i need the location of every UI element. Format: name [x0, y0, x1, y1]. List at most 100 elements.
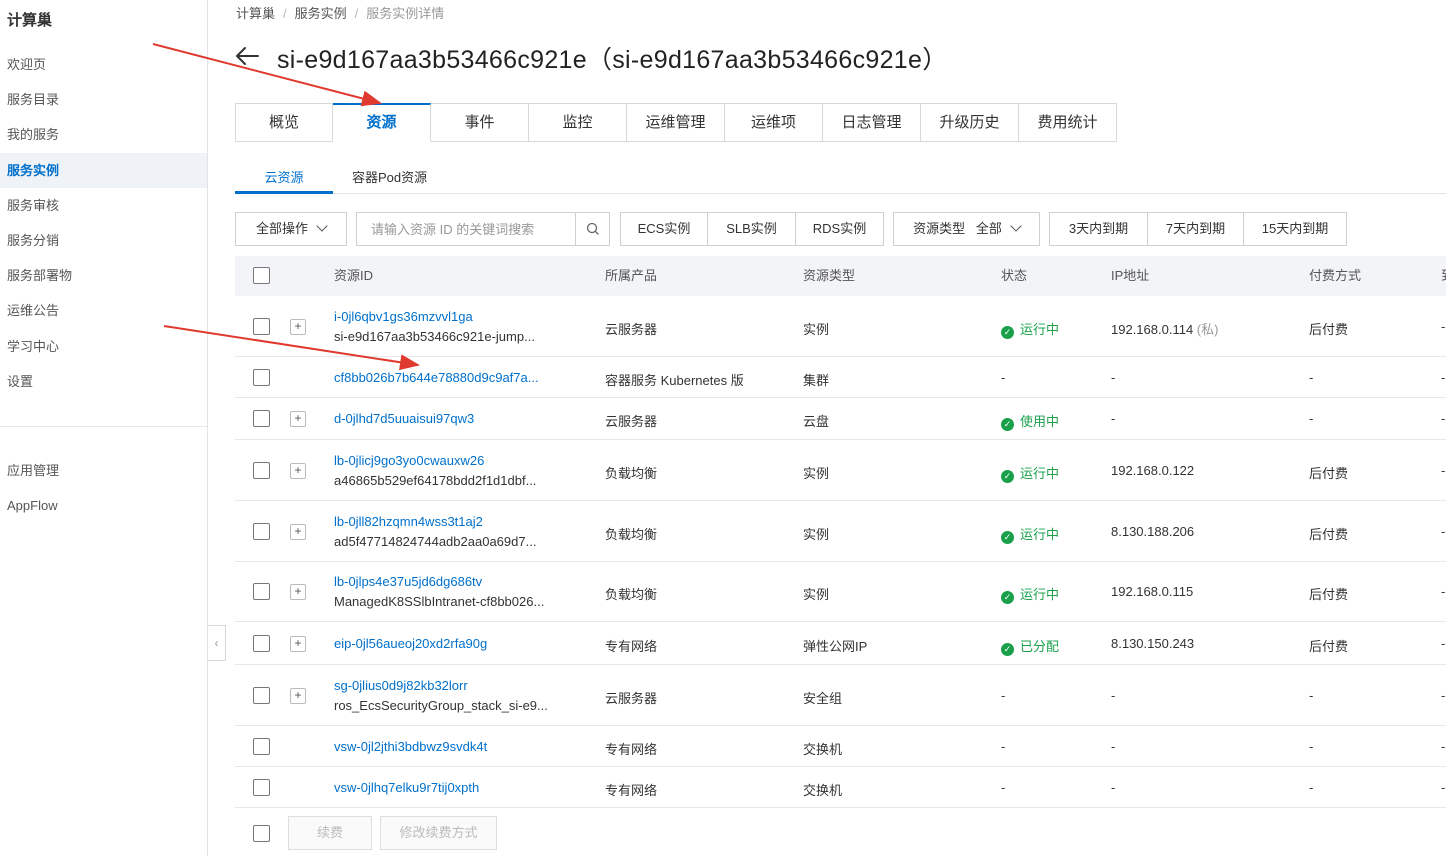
sidebar-item-appflow[interactable]: AppFlow — [0, 488, 207, 523]
subtab-container-pod-resources[interactable]: 容器Pod资源 — [352, 166, 427, 194]
expiry-filter-group: 3天内到期 7天内到期 15天内到期 — [1049, 212, 1347, 246]
expand-row-button[interactable]: + — [290, 524, 306, 540]
sidebar-item-service-review[interactable]: 服务审核 — [0, 188, 207, 223]
column-header-product: 所属产品 — [605, 268, 658, 283]
search-input[interactable] — [357, 213, 576, 245]
breadcrumb-item-compute-nest[interactable]: 计算巢 — [236, 6, 275, 21]
expand-row-button[interactable]: + — [290, 636, 306, 652]
subtab-cloud-resources[interactable]: 云资源 — [235, 166, 333, 194]
search-button[interactable] — [575, 213, 609, 245]
tab-ops-management[interactable]: 运维管理 — [627, 103, 725, 142]
row-checkbox[interactable] — [253, 369, 270, 386]
expand-row-button[interactable]: + — [290, 319, 306, 335]
sidebar-item-settings[interactable]: 设置 — [0, 364, 207, 399]
filter-expire-3-days[interactable]: 3天内到期 — [1050, 213, 1148, 245]
row-checkbox[interactable] — [253, 462, 270, 479]
ip-address: 192.168.0.115 — [1111, 584, 1194, 599]
breadcrumb-item-service-instances[interactable]: 服务实例 — [295, 6, 347, 21]
column-header-billing-method: 付费方式 — [1309, 268, 1362, 283]
check-circle-icon: ✓ — [1001, 643, 1014, 656]
resource-id-link[interactable]: lb-0jll82hzqmn4wss3t1aj2 — [334, 514, 483, 529]
resource-id-link[interactable]: vsw-0jl2jthi3bdbwz9svdk4t — [334, 739, 487, 754]
renew-button[interactable]: 续费 — [288, 816, 372, 850]
billing-cell: 后付费 — [1309, 639, 1349, 654]
expiry-cell: - — [1441, 780, 1446, 795]
ip-address: - — [1111, 370, 1116, 385]
sidebar-item-ops-announcements[interactable]: 运维公告 — [0, 293, 207, 328]
table-row: + lb-0jlps4e37u5jd6dg686tv ManagedK8SSlbIn… — [235, 562, 1446, 622]
resource-id-link[interactable]: sg-0jlius0d9j82kb32lorr — [334, 678, 468, 693]
row-checkbox[interactable] — [253, 738, 270, 755]
resource-id-link[interactable]: lb-0jlicj9go3yo0cwauxw26 — [334, 453, 484, 468]
sidebar-title: 计算巢 — [7, 12, 53, 29]
column-header-ip-address: IP地址 — [1111, 268, 1150, 283]
tab-upgrade-history[interactable]: 升级历史 — [921, 103, 1019, 142]
ip-cell: - — [1111, 688, 1115, 703]
tab-events[interactable]: 事件 — [431, 103, 529, 142]
sidebar-item-service-catalog[interactable]: 服务目录 — [0, 82, 207, 117]
ip-address: - — [1111, 780, 1116, 795]
ip-cell: - — [1111, 739, 1115, 754]
resource-id-link[interactable]: vsw-0jlhq7elku9r7tij0xpth — [334, 780, 479, 795]
expand-row-button[interactable]: + — [290, 463, 306, 479]
expand-row-button[interactable]: + — [290, 584, 306, 600]
table-row: vsw-0jl2jthi3bdbwz9svdk4t 专有网络 交换机 - - - - — [235, 726, 1446, 767]
footer-select-all-checkbox[interactable] — [253, 825, 270, 842]
resource-id-link[interactable]: eip-0jl56aueoj20xd2rfa90g — [334, 636, 487, 651]
select-all-checkbox[interactable] — [253, 267, 270, 284]
resource-id-link[interactable]: lb-0jlps4e37u5jd6dg686tv — [334, 574, 482, 589]
row-checkbox[interactable] — [253, 687, 270, 704]
ip-address: - — [1111, 411, 1116, 426]
row-checkbox[interactable] — [253, 779, 270, 796]
billing-cell: - — [1309, 739, 1314, 754]
product-cell: 专有网络 — [605, 639, 658, 654]
sidebar-item-learning-center[interactable]: 学习中心 — [0, 329, 207, 364]
sidebar-item-service-distribution[interactable]: 服务分销 — [0, 223, 207, 258]
ip-cell: 8.130.188.206 — [1111, 524, 1194, 539]
bulk-action-dropdown[interactable]: 全部操作 — [235, 212, 347, 246]
back-arrow-icon[interactable] — [234, 43, 260, 69]
ip-address: - — [1111, 739, 1116, 754]
filter-ecs-instances[interactable]: ECS实例 — [621, 213, 708, 245]
expiry-cell: - — [1441, 411, 1446, 426]
sidebar-item-app-management[interactable]: 应用管理 — [0, 453, 207, 488]
resource-type-cell: 弹性公网IP — [803, 639, 868, 654]
tab-overview[interactable]: 概览 — [235, 103, 333, 142]
filter-expire-7-days[interactable]: 7天内到期 — [1148, 213, 1244, 245]
expiry-cell: - — [1441, 584, 1446, 599]
row-checkbox[interactable] — [253, 318, 270, 335]
sidebar-item-my-services[interactable]: 我的服务 — [0, 117, 207, 152]
sidebar-item-welcome[interactable]: 欢迎页 — [0, 47, 207, 82]
table-row: + eip-0jl56aueoj20xd2rfa90g 专有网络 弹性公网IP ✓ 已分配… — [235, 622, 1446, 665]
row-checkbox[interactable] — [253, 410, 270, 427]
ip-address: 8.130.188.206 — [1111, 524, 1195, 539]
row-checkbox[interactable] — [253, 635, 270, 652]
tab-monitoring[interactable]: 监控 — [529, 103, 627, 142]
tab-ops-items[interactable]: 运维项 — [725, 103, 823, 142]
expand-row-button[interactable]: + — [290, 688, 306, 704]
filter-slb-instances[interactable]: SLB实例 — [708, 213, 796, 245]
tab-resources[interactable]: 资源 — [333, 103, 431, 142]
status-badge: ✓ 运行中 — [1001, 584, 1059, 604]
filter-expire-15-days[interactable]: 15天内到期 — [1244, 213, 1346, 245]
filter-rds-instances[interactable]: RDS实例 — [796, 213, 883, 245]
sidebar-collapse-button[interactable]: ‹ — [208, 625, 226, 661]
resource-type-select[interactable]: 资源类型 全部 — [893, 212, 1040, 246]
expiry-cell: - — [1441, 319, 1446, 334]
resource-id-link[interactable]: i-0jl6qbv1gs36mzvvl1ga — [334, 309, 473, 324]
resource-id-link[interactable]: d-0jlhd7d5uuaisui97qw3 — [334, 411, 474, 426]
change-billing-button[interactable]: 修改续费方式 — [380, 816, 497, 850]
ip-address: 192.168.0.122 — [1111, 463, 1195, 478]
tab-cost-statistics[interactable]: 费用统计 — [1019, 103, 1117, 142]
row-checkbox[interactable] — [253, 583, 270, 600]
sidebar-item-service-instances[interactable]: 服务实例 — [0, 153, 207, 188]
sidebar-item-deployment-artifacts[interactable]: 服务部署物 — [0, 258, 207, 293]
resource-id-link[interactable]: cf8bb026b7b644e78880d9c9af7a... — [334, 370, 539, 385]
ip-cell: 192.168.0.115 — [1111, 584, 1193, 599]
product-cell: 云服务器 — [605, 322, 658, 337]
tab-log-management[interactable]: 日志管理 — [823, 103, 921, 142]
status-cell: - — [1001, 688, 1006, 703]
row-checkbox[interactable] — [253, 523, 270, 540]
instance-type-filter-group: ECS实例 SLB实例 RDS实例 — [620, 212, 884, 246]
expand-row-button[interactable]: + — [290, 411, 306, 427]
